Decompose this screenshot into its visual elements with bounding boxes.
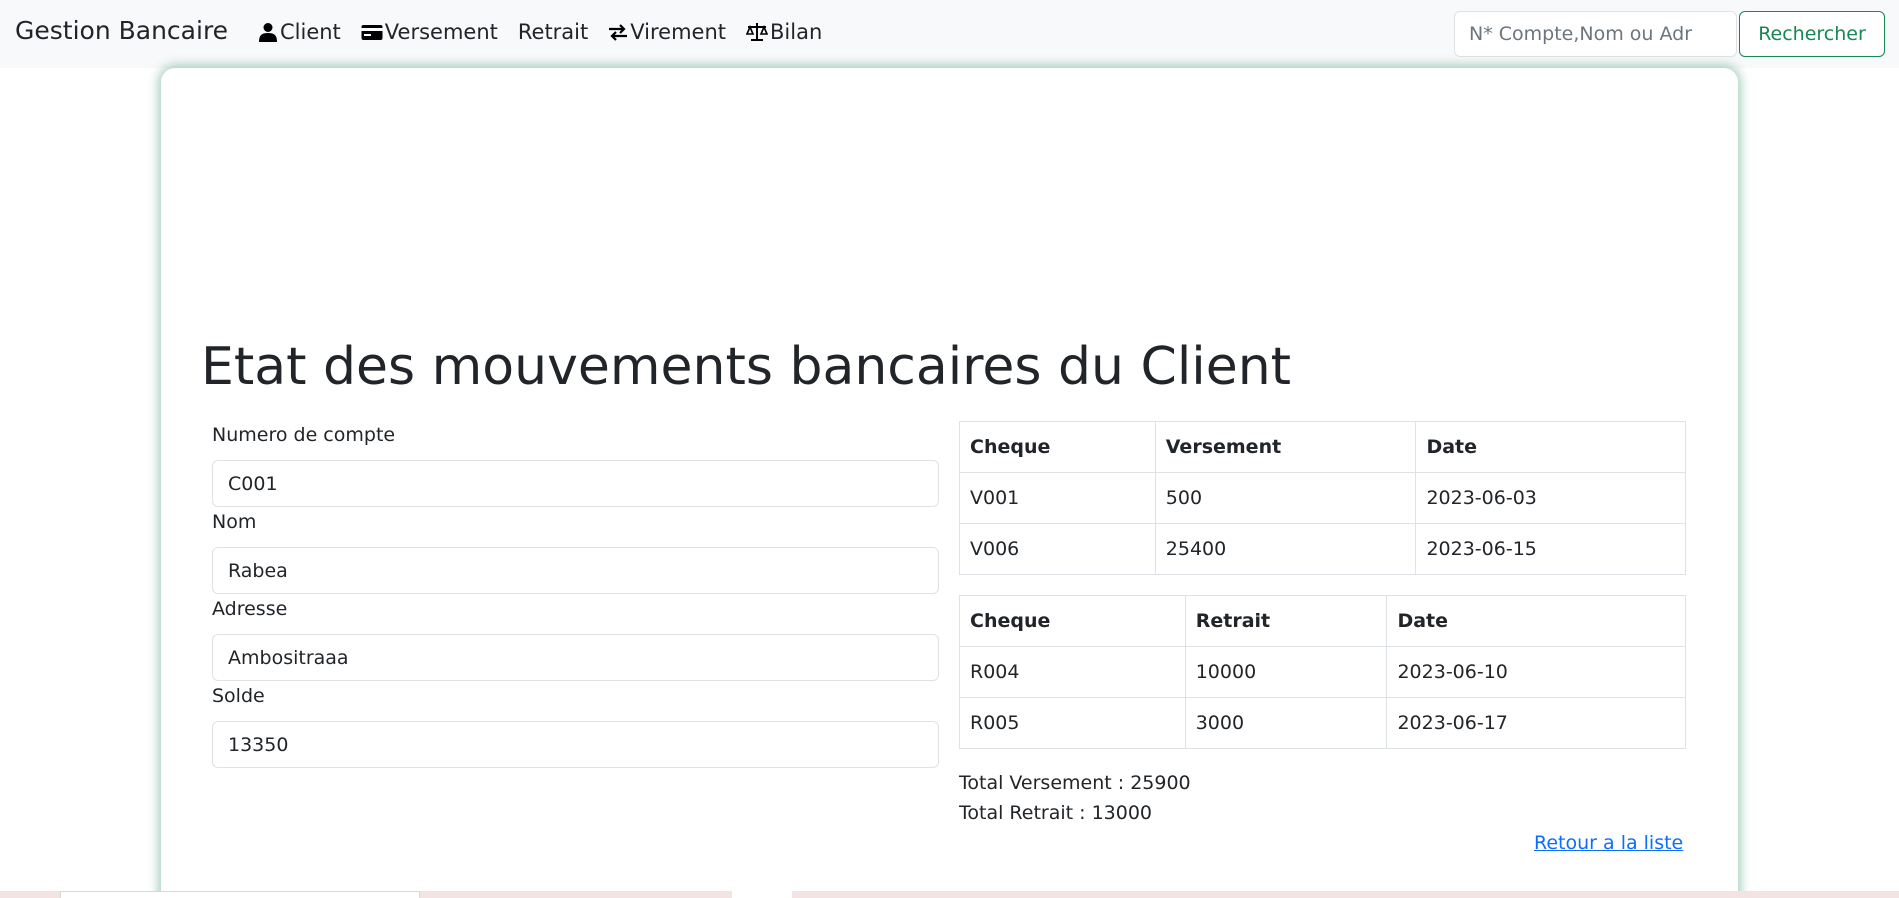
user-icon (259, 23, 277, 42)
name-field[interactable] (212, 547, 939, 594)
column-header: Retrait (1184, 595, 1388, 647)
bottom-gap (732, 891, 792, 898)
nav-item-label: Retrait (517, 20, 589, 44)
scale-icon (746, 23, 769, 41)
column-header: Date (1386, 595, 1686, 647)
column-header: Cheque (959, 595, 1186, 647)
address-label: Adresse (212, 598, 288, 620)
table-cell: 10000 (1184, 646, 1388, 698)
table-cell: R004 (959, 646, 1186, 698)
arrows-exchange-icon (609, 24, 628, 41)
table-cell: 2023-06-17 (1386, 697, 1686, 749)
account-number-label: Numero de compte (212, 424, 396, 446)
name-label: Nom (212, 511, 257, 533)
back-to-list-link[interactable]: Retour a la liste (1534, 832, 1683, 854)
table-cell: 25400 (1154, 523, 1417, 575)
table-cell: 500 (1154, 472, 1417, 524)
navbar: Gestion Bancaire Client Versement Retrai… (0, 0, 1899, 68)
table-header-row: Cheque Versement Date (959, 421, 1686, 473)
table-cell: V001 (959, 472, 1156, 524)
table-cell: 2023-06-15 (1415, 523, 1686, 575)
nav-item-bilan[interactable]: Bilan (746, 20, 822, 44)
nav-links: Client Versement Retrait Virement Bilan (258, 20, 842, 44)
table-cell: V006 (959, 523, 1156, 575)
table-row: V006 25400 2023-06-15 (959, 523, 1686, 575)
table-cell: R005 (959, 697, 1186, 749)
search-input[interactable] (1454, 11, 1737, 57)
nav-item-label: Bilan (770, 20, 823, 44)
balance-label: Solde (212, 685, 265, 707)
table-cell: 3000 (1184, 697, 1388, 749)
table-header-row: Cheque Retrait Date (959, 595, 1686, 647)
table-row: R005 3000 2023-06-17 (959, 697, 1686, 749)
column-header: Cheque (959, 421, 1156, 473)
table-cell: 2023-06-10 (1386, 646, 1686, 698)
table-row: R004 10000 2023-06-10 (959, 646, 1686, 698)
nav-item-versement[interactable]: Versement (361, 20, 498, 44)
column-header: Date (1415, 421, 1686, 473)
nav-item-label: Versement (384, 20, 498, 44)
total-retrait: Total Retrait : 13000 (959, 802, 1153, 824)
retraits-table: Cheque Retrait Date R004 10000 2023-06-1… (959, 595, 1686, 749)
column-header: Versement (1154, 421, 1417, 473)
table-row: V001 500 2023-06-03 (959, 472, 1686, 524)
account-number-field[interactable] (212, 460, 939, 507)
nav-item-label: Virement (630, 20, 727, 44)
table-cell: 2023-06-03 (1415, 472, 1686, 524)
nav-item-retrait[interactable]: Retrait (518, 20, 588, 44)
nav-item-client[interactable]: Client (258, 20, 341, 44)
brand-logo[interactable]: Gestion Bancaire (15, 16, 228, 45)
bottom-tab (60, 891, 420, 898)
total-versement: Total Versement : 25900 (959, 772, 1191, 794)
nav-item-virement[interactable]: Virement (608, 20, 726, 44)
search-button[interactable]: Rechercher (1739, 11, 1885, 57)
page-title: Etat des mouvements bancaires du Client (201, 337, 1292, 397)
nav-item-label: Client (280, 20, 341, 44)
address-field[interactable] (212, 634, 939, 681)
balance-field[interactable] (212, 721, 939, 768)
versements-table: Cheque Versement Date V001 500 2023-06-0… (959, 421, 1686, 575)
credit-card-icon (361, 25, 383, 40)
